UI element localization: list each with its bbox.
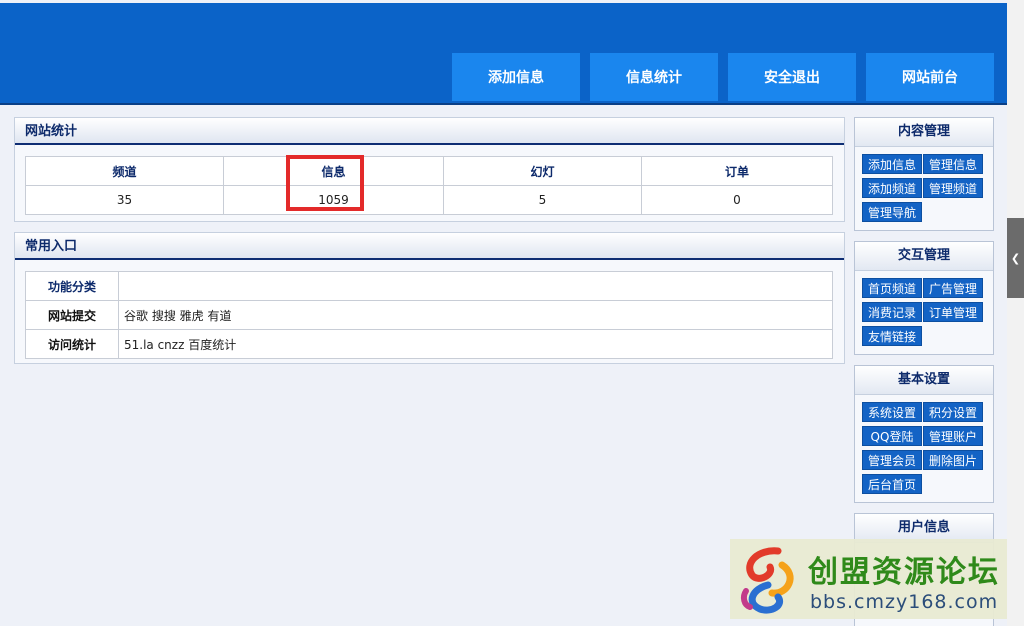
table-row: 35 1059 5 0 (25, 185, 833, 215)
forum-title: 创盟资源论坛 (808, 555, 1000, 590)
basic-settings-title: 基本设置 (855, 366, 993, 395)
stats-value-slide: 5 (443, 185, 642, 215)
content-management-buttons: 添加信息 管理信息 添加频道 管理频道 管理导航 (855, 147, 993, 229)
basic-settings-buttons: 系统设置 积分设置 QQ登陆 管理账户 管理会员 删除图片 后台首页 (855, 395, 993, 501)
system-settings-button[interactable]: 系统设置 (862, 402, 922, 422)
nav-site-front-button[interactable]: 网站前台 (866, 53, 994, 101)
admin-home-button[interactable]: 后台首页 (862, 474, 922, 494)
common-links-title: 常用入口 (15, 233, 844, 260)
links-row-label: 网站提交 (25, 300, 119, 330)
interaction-management-buttons: 首页频道 广告管理 消费记录 订单管理 友情链接 (855, 271, 993, 353)
collapse-sidebar-tab[interactable]: ❮ (1007, 218, 1024, 298)
add-info-button[interactable]: 添加信息 (862, 154, 922, 174)
interaction-management-title: 交互管理 (855, 242, 993, 271)
scrollbar-track[interactable] (1007, 0, 1024, 626)
manage-members-button[interactable]: 管理会员 (862, 450, 922, 470)
common-links-table: 功能分类 网站提交 谷歌 搜搜 雅虎 有道 访问统计 51.la cnzz 百度… (25, 271, 833, 359)
add-channel-button[interactable]: 添加频道 (862, 178, 922, 198)
stats-value-info: 1059 (223, 185, 444, 215)
nav-info-stats-button[interactable]: 信息统计 (590, 53, 718, 101)
stats-header-slide: 幻灯 (443, 156, 642, 186)
home-channel-button[interactable]: 首页频道 (862, 278, 922, 298)
table-row: 网站提交 谷歌 搜搜 雅虎 有道 (25, 300, 833, 330)
analytics-links[interactable]: 51.la cnzz 百度统计 (118, 329, 833, 359)
consumption-records-button[interactable]: 消费记录 (862, 302, 922, 322)
stats-value-order: 0 (641, 185, 833, 215)
forum-logo-icon (740, 547, 794, 614)
content-management-box: 内容管理 添加信息 管理信息 添加频道 管理频道 管理导航 (854, 117, 994, 231)
links-row-value (118, 271, 833, 301)
table-row: 访问统计 51.la cnzz 百度统计 (25, 329, 833, 359)
manage-nav-button[interactable]: 管理导航 (862, 202, 922, 222)
stats-header-channel: 频道 (25, 156, 224, 186)
qq-login-button[interactable]: QQ登陆 (862, 426, 922, 446)
chevron-left-icon: ❮ (1010, 251, 1021, 265)
site-stats-panel: 网站统计 频道 信息 幻灯 订单 35 1059 5 0 (14, 117, 845, 222)
admin-page: 添加信息 信息统计 安全退出 网站前台 网站统计 频道 信息 幻灯 订单 35 … (0, 0, 1007, 626)
manage-info-button[interactable]: 管理信息 (923, 154, 983, 174)
site-stats-title: 网站统计 (15, 118, 844, 145)
order-management-button[interactable]: 订单管理 (923, 302, 983, 322)
stats-value-channel: 35 (25, 185, 224, 215)
search-engine-links[interactable]: 谷歌 搜搜 雅虎 有道 (118, 300, 833, 330)
content-management-title: 内容管理 (855, 118, 993, 147)
interaction-management-box: 交互管理 首页频道 广告管理 消费记录 订单管理 友情链接 (854, 241, 994, 355)
common-links-panel: 常用入口 功能分类 网站提交 谷歌 搜搜 雅虎 有道 访问统计 51.la cn… (14, 232, 845, 364)
basic-settings-box: 基本设置 系统设置 积分设置 QQ登陆 管理账户 管理会员 删除图片 后台首页 (854, 365, 994, 503)
links-row-label: 功能分类 (25, 271, 119, 301)
nav-logout-button[interactable]: 安全退出 (728, 53, 856, 101)
site-stats-table: 频道 信息 幻灯 订单 35 1059 5 0 (25, 156, 833, 215)
ad-management-button[interactable]: 广告管理 (923, 278, 983, 298)
stats-header-order: 订单 (641, 156, 833, 186)
forum-url: bbs.cmzy168.com (810, 591, 999, 613)
friend-links-button[interactable]: 友情链接 (862, 326, 922, 346)
top-header: 添加信息 信息统计 安全退出 网站前台 (0, 3, 1007, 105)
delete-images-button[interactable]: 删除图片 (923, 450, 983, 470)
manage-account-button[interactable]: 管理账户 (923, 426, 983, 446)
stats-header-info: 信息 (223, 156, 444, 186)
points-settings-button[interactable]: 积分设置 (923, 402, 983, 422)
nav-add-info-button[interactable]: 添加信息 (452, 53, 580, 101)
forum-watermark: 创盟资源论坛 bbs.cmzy168.com (730, 539, 1007, 619)
manage-channel-button[interactable]: 管理频道 (923, 178, 983, 198)
links-row-label: 访问统计 (25, 329, 119, 359)
table-header-row: 频道 信息 幻灯 订单 (25, 156, 833, 186)
table-row: 功能分类 (25, 271, 833, 301)
